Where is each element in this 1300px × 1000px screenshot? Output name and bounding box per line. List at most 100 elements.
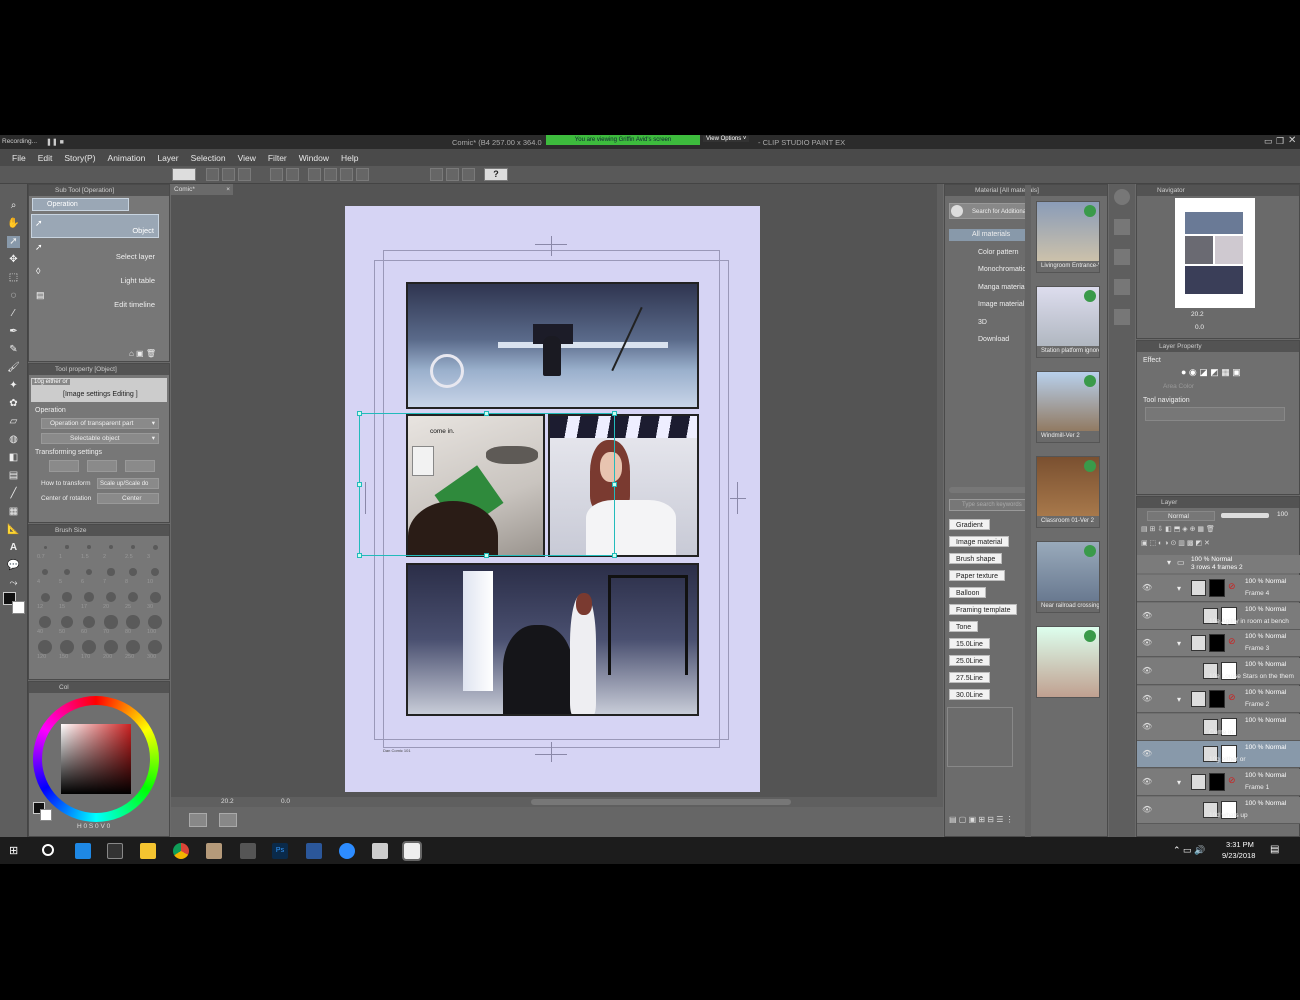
balloon-icon[interactable]: 💬 [7, 560, 20, 572]
clip-studio-paint-icon[interactable] [402, 841, 422, 861]
dock-icon[interactable] [1114, 219, 1130, 235]
subtool-item-light-table[interactable]: ◊ Light table [31, 263, 159, 287]
frame-border-icon[interactable]: ▦ [7, 506, 20, 518]
download-cloud-icon[interactable] [1084, 290, 1096, 302]
material-tree-item[interactable]: Manga material [978, 284, 1026, 291]
navigator-angle[interactable]: 0.0 [1195, 324, 1204, 331]
menu-item-help[interactable]: Help [335, 153, 364, 163]
selectable-object-dropdown[interactable]: Selectable object ▾ [41, 433, 159, 444]
pencil-icon[interactable]: ✎ [7, 344, 20, 356]
transform-handle[interactable] [484, 411, 489, 416]
color-sub-swatch[interactable] [40, 809, 52, 821]
brush-size-cell[interactable]: 120 [35, 639, 55, 663]
comic-panel-1[interactable] [406, 282, 699, 409]
clock-date[interactable]: 9/23/2018 [1222, 851, 1255, 860]
brush-size-cell[interactable]: 50 [57, 614, 77, 638]
figure-icon[interactable]: ╱ [7, 488, 20, 500]
material-thumbnail[interactable]: Near railroad crossing [1036, 541, 1100, 613]
download-cloud-icon[interactable] [1084, 545, 1096, 557]
transform-mode-free-icon[interactable] [87, 460, 117, 472]
operation-transparent-dropdown[interactable]: Operation of transparent part ▾ [41, 418, 159, 429]
new-file-icon[interactable] [206, 168, 219, 181]
material-tree-item[interactable]: Image material [978, 301, 1024, 308]
layer-toolbar-icons[interactable]: ▤ ⊞ ⇩ ◧ ⬒ ◈ ⊕ ▦ 🗑 [1141, 525, 1297, 535]
brush-size-cell[interactable]: 3 [145, 539, 165, 563]
brush-size-cell[interactable]: 15 [57, 589, 77, 613]
saturation-value-square[interactable] [61, 724, 131, 794]
tree-scrollbar[interactable] [949, 487, 1031, 493]
material-tag-button[interactable]: Gradient [949, 519, 990, 530]
visibility-eye-icon[interactable]: 👁 [1142, 638, 1152, 647]
clip-studio-icon[interactable] [372, 843, 388, 859]
material-thumbnail[interactable]: Livingroom Entrance-Ver [1036, 201, 1100, 273]
camera-icon[interactable] [219, 813, 237, 827]
material-thumbnail[interactable]: Windmill-Ver 2 [1036, 371, 1100, 443]
chrome-icon[interactable] [173, 843, 189, 859]
pause-icon[interactable]: ❚❚ ■ [46, 138, 64, 146]
subtool-group-tab[interactable]: Operation [32, 198, 129, 211]
material-tag-button[interactable]: Balloon [949, 587, 987, 598]
brush-size-cell[interactable]: 0.7 [35, 539, 55, 563]
frame-expand-icon[interactable]: ▾ [1177, 695, 1181, 704]
dock-icon[interactable] [1114, 249, 1130, 265]
brush-size-cell[interactable]: 25 [123, 589, 143, 613]
operation-tool-icon[interactable]: ➚ [7, 236, 20, 248]
material-thumbnail[interactable] [1036, 626, 1100, 698]
lasso-icon[interactable]: ◌ [7, 290, 20, 302]
material-tag-button[interactable]: Image material [949, 536, 1010, 547]
menu-item-story[interactable]: Story(P) [58, 153, 101, 163]
brush-size-cell[interactable]: 100 [145, 614, 165, 638]
brush-size-cell[interactable]: 80 [123, 614, 143, 638]
material-tag-button[interactable]: Tone [949, 621, 979, 632]
material-thumbnail[interactable]: Station platform ignore [1036, 286, 1100, 358]
transform-handle[interactable] [484, 553, 489, 558]
brush-icon[interactable]: 🖌 [7, 362, 20, 374]
menu-item-selection[interactable]: Selection [185, 153, 232, 163]
restore-icon[interactable]: ❐ [1276, 136, 1284, 147]
menu-item-view[interactable]: View [232, 153, 262, 163]
word-icon[interactable] [306, 843, 322, 859]
brush-size-cell[interactable]: 200 [101, 639, 121, 663]
download-cloud-icon[interactable] [1084, 630, 1096, 642]
eyedropper-icon[interactable]: ⁄ [7, 308, 20, 320]
brush-size-cell[interactable]: 2.5 [123, 539, 143, 563]
brush-size-cell[interactable]: 70 [101, 614, 121, 638]
mask-icon[interactable]: ⊘ [1228, 581, 1236, 592]
visibility-eye-icon[interactable]: 👁 [1142, 583, 1152, 592]
brush-size-cell[interactable]: 10 [145, 564, 165, 588]
brush-size-cell[interactable]: 300 [145, 639, 165, 663]
clock-time[interactable]: 3:31 PM [1226, 840, 1254, 849]
snap-special-ruler-icon[interactable] [462, 168, 475, 181]
mask-icon[interactable]: ⊘ [1228, 636, 1236, 647]
opacity-slider[interactable] [1221, 513, 1269, 518]
text-tool-icon[interactable]: A [7, 542, 20, 554]
brush-size-cell[interactable]: 17 [79, 589, 99, 613]
menu-item-window[interactable]: Window [293, 153, 335, 163]
photoshop-icon[interactable]: Ps [272, 843, 288, 859]
menu-item-filter[interactable]: Filter [262, 153, 293, 163]
dock-icon[interactable] [1114, 279, 1130, 295]
opacity-value[interactable]: 100 [1277, 511, 1288, 518]
open-file-icon[interactable] [222, 168, 235, 181]
edge-icon[interactable] [75, 843, 91, 859]
layer-folder[interactable]: ▾ ▭ 100 % Normal 3 rows 4 frames 2 [1137, 555, 1300, 573]
hand-tool-icon[interactable]: ✋ [7, 218, 20, 230]
menu-item-layer[interactable]: Layer [151, 153, 184, 163]
clear-outside-icon[interactable] [324, 168, 337, 181]
close-icon[interactable]: ✕ [1288, 135, 1296, 146]
material-tag-button[interactable]: Brush shape [949, 553, 1003, 564]
layer-row[interactable]: 👁 100 % Normal 10d whats up [1137, 796, 1300, 824]
visibility-eye-icon[interactable]: 👁 [1142, 666, 1152, 675]
object-selection-box[interactable] [359, 413, 615, 556]
brush-size-cell[interactable]: 12 [35, 589, 55, 613]
navigator-zoom[interactable]: 20.2 [1191, 311, 1204, 318]
selection-tool-icon[interactable]: ⬚ [7, 272, 20, 284]
visibility-eye-icon[interactable]: 👁 [1142, 694, 1152, 703]
brush-size-cell[interactable]: 60 [79, 614, 99, 638]
subtool-item-edit-timeline[interactable]: ▤ Edit timeline [31, 287, 159, 311]
mask-icon[interactable]: ⊘ [1228, 692, 1236, 703]
subtool-footer-icons[interactable]: ⌂ ▣ 🗑 [129, 349, 156, 358]
visibility-eye-icon[interactable]: 👁 [1142, 805, 1152, 814]
material-thumbnail[interactable]: Classroom 01-Ver 2 [1036, 456, 1100, 528]
zoom-app-icon[interactable] [339, 843, 355, 859]
